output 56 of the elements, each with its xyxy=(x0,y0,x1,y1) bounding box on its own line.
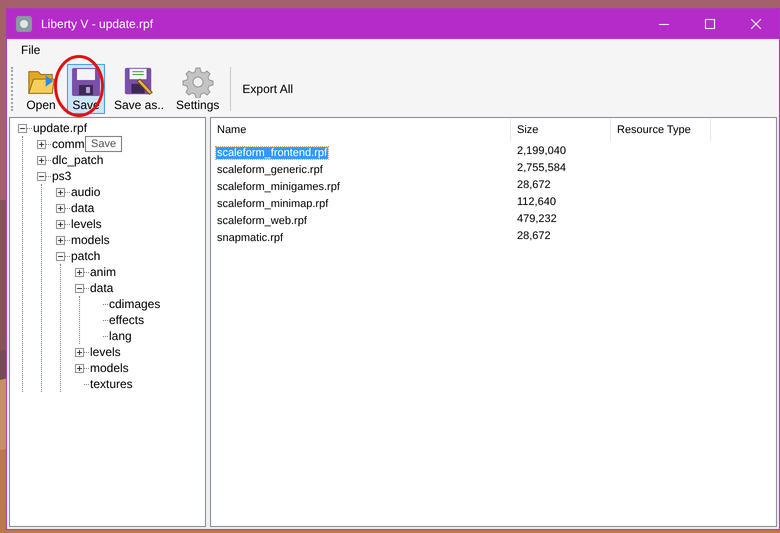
expand-icon[interactable] xyxy=(75,268,84,276)
toolbar-button[interactable]: Open xyxy=(21,64,61,114)
tree-item[interactable]: patch xyxy=(70,248,102,264)
tree-item[interactable]: lang xyxy=(108,328,133,344)
toolbar-button[interactable]: Save as.. xyxy=(111,64,168,114)
size-cell-text: 2,755,584 xyxy=(516,161,567,176)
expand-icon[interactable] xyxy=(56,236,65,244)
expand-icon[interactable] xyxy=(56,204,65,212)
size-cell-text: 479,232 xyxy=(516,212,558,228)
tree-item[interactable]: levels xyxy=(89,344,122,360)
size-cell-text: 28,672 xyxy=(516,229,552,244)
tree-item[interactable]: cdimages xyxy=(108,296,162,312)
toolbar-button[interactable]: Settings xyxy=(173,64,222,114)
maximize-icon xyxy=(705,19,715,29)
tree-item[interactable]: models xyxy=(70,232,111,248)
collapse-icon[interactable] xyxy=(37,172,46,180)
expand-icon[interactable] xyxy=(75,364,84,372)
annotation-circle xyxy=(54,55,104,117)
size-cell-text: 28,672 xyxy=(516,178,552,194)
menu-item[interactable]: File xyxy=(13,41,48,59)
tree-item[interactable]: data xyxy=(89,280,114,296)
tree-item[interactable]: models xyxy=(89,360,130,376)
file-name-cell[interactable]: scaleform_minigames.rpf xyxy=(216,180,341,192)
tree-item[interactable]: data xyxy=(70,200,96,216)
file-name-cell[interactable]: scaleform_generic.rpf xyxy=(216,164,324,176)
tree-item[interactable]: levels xyxy=(70,216,103,232)
file-name-cell[interactable]: scaleform_web.rpf xyxy=(216,214,308,226)
expand-icon[interactable] xyxy=(37,140,46,148)
collapse-icon[interactable] xyxy=(18,124,27,132)
size-cell-text: 112,640 xyxy=(516,195,557,210)
file-name-cell[interactable]: snapmatic.rpf xyxy=(216,232,284,244)
column-header[interactable]: Size xyxy=(511,119,611,141)
collapse-icon[interactable] xyxy=(75,284,84,292)
collapse-icon[interactable] xyxy=(56,252,65,260)
tree-item[interactable]: anim xyxy=(89,264,118,280)
expand-icon[interactable] xyxy=(56,220,65,228)
tree-item[interactable]: comm xyxy=(51,136,86,152)
tree-item[interactable]: update.rpf xyxy=(32,120,88,136)
tree-item[interactable]: dlc_patch xyxy=(51,152,104,168)
window-title: Liberty V - update.rpf xyxy=(41,16,154,33)
file-name-cell[interactable]: scaleform_minimap.rpf xyxy=(216,198,330,210)
expand-icon[interactable] xyxy=(75,348,84,356)
gear-icon xyxy=(182,66,214,98)
export-all-button[interactable]: Export All xyxy=(239,67,296,111)
column-header[interactable]: Name xyxy=(211,119,511,141)
tree-item[interactable]: ps3 xyxy=(51,168,72,184)
app-icon xyxy=(15,15,33,33)
save-tooltip: Save xyxy=(85,136,122,152)
expand-icon[interactable] xyxy=(37,156,46,164)
tree-item[interactable]: effects xyxy=(108,312,146,328)
expand-icon[interactable] xyxy=(56,188,65,196)
tree-item[interactable]: audio xyxy=(70,184,102,200)
tree-item[interactable]: textures xyxy=(89,376,134,392)
size-cell-text: 2,199,040 xyxy=(516,144,567,160)
column-header[interactable]: Resource Type xyxy=(611,119,711,141)
close-icon xyxy=(751,19,761,29)
